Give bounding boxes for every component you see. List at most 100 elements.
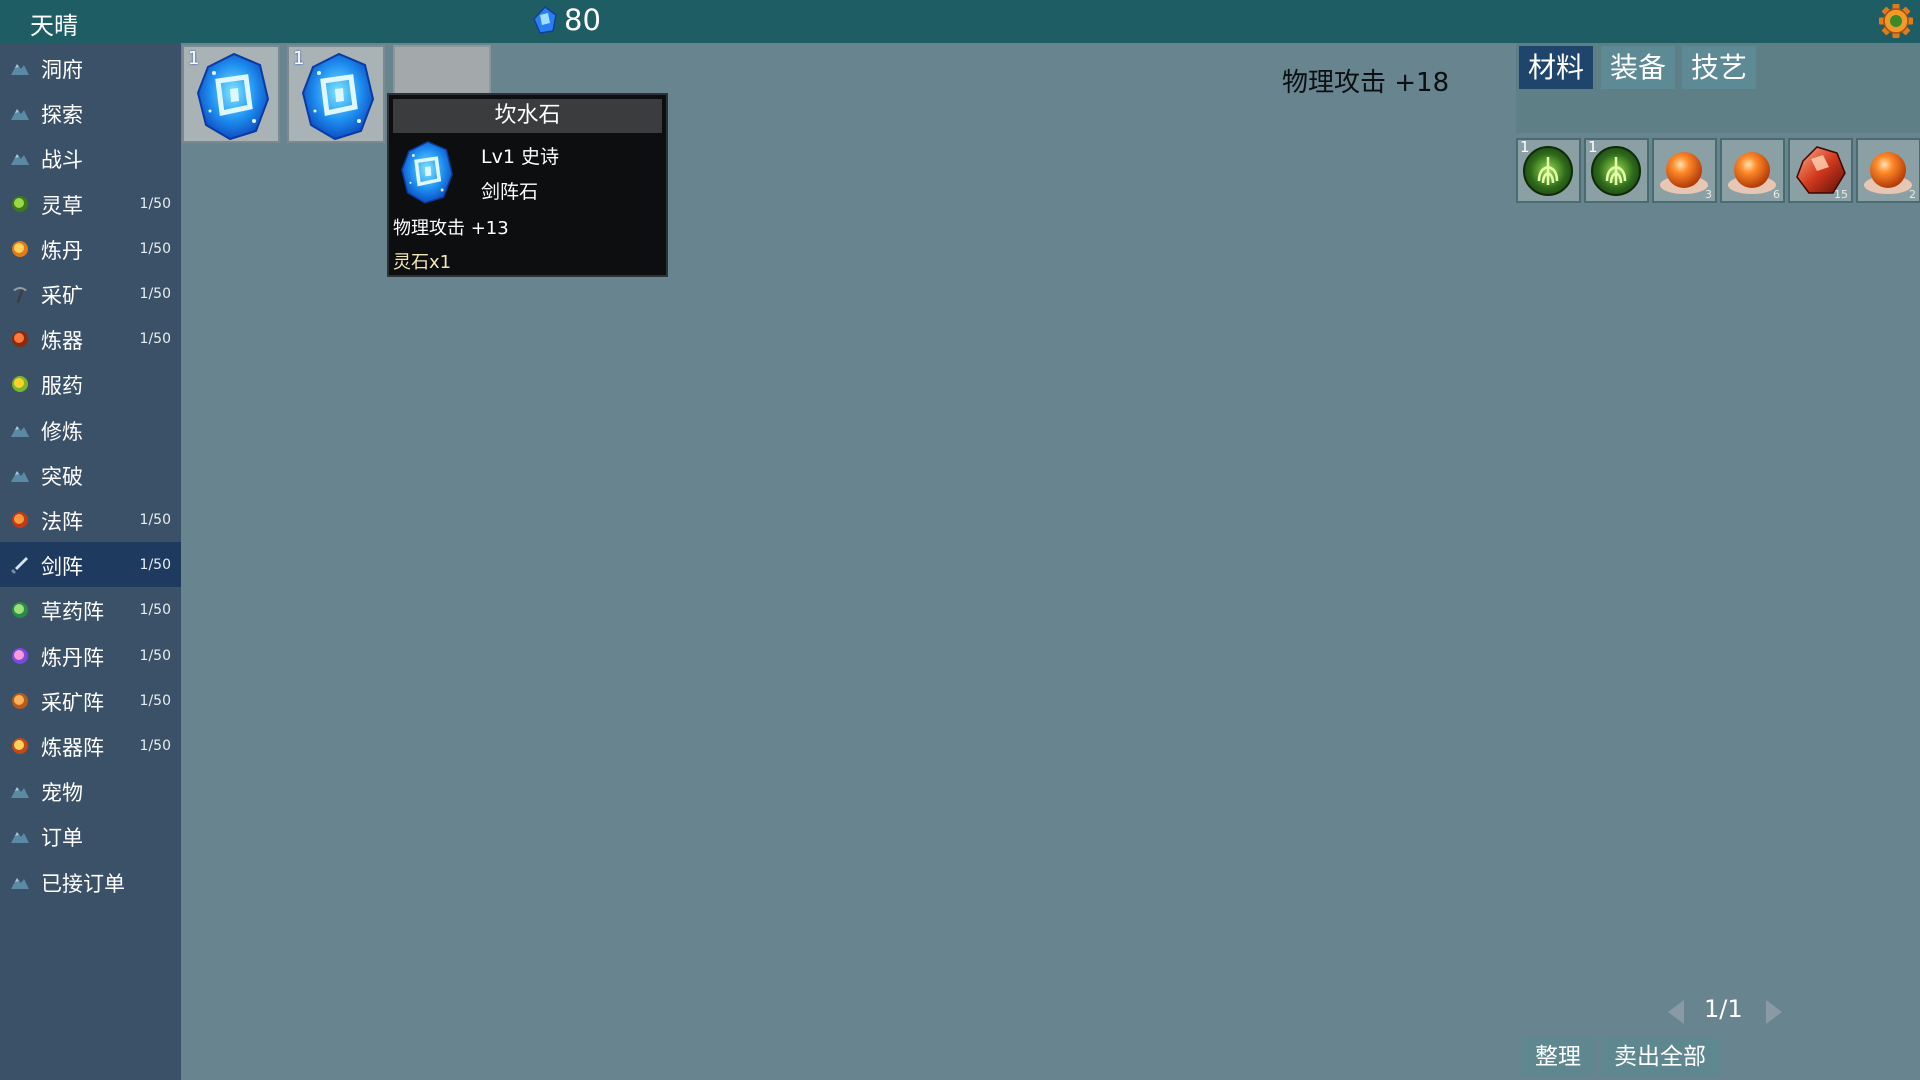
inventory-item[interactable]: 1: [1516, 138, 1581, 203]
currency-display: 80: [532, 2, 601, 38]
settings-button[interactable]: [1876, 3, 1916, 39]
mountain-icon: [11, 877, 29, 889]
sell-all-button[interactable]: 卖出全部: [1601, 1038, 1719, 1076]
sidebar-item[interactable]: 修炼: [0, 407, 181, 452]
top-bar: 天晴 80: [0, 0, 1920, 43]
slot-quantity: 1: [188, 48, 200, 69]
sidebar-item[interactable]: 炼丹 1/50: [0, 226, 181, 271]
tooltip-rarity: Lv1 史诗: [481, 146, 559, 168]
orange-orb-icon: [1728, 152, 1776, 194]
sidebar-item-count: 1/50: [139, 286, 171, 302]
sidebar-item-label: 修炼: [41, 419, 83, 444]
mountain-icon: [11, 154, 29, 166]
slot-quantity: 1: [293, 48, 305, 69]
tab-equipment[interactable]: 装备: [1601, 46, 1676, 89]
sidebar-item[interactable]: 草药阵 1/50: [0, 587, 181, 632]
sidebar-item[interactable]: 战斗: [0, 135, 181, 180]
sidebar-item-label: 灵草: [41, 193, 83, 218]
currency-amount: 80: [564, 3, 601, 37]
sidebar-item-count: 1/50: [139, 331, 171, 348]
sidebar-item-label: 炼器: [41, 329, 83, 354]
inventory-item[interactable]: 1: [1584, 138, 1649, 203]
sidebar-item-label: 战斗: [41, 148, 83, 173]
item-quantity: 1: [1588, 138, 1598, 156]
item-quantity: 3: [1705, 188, 1712, 201]
total-stat-bonus: 物理攻击 +18: [1282, 68, 1450, 98]
sidebar-item-count: 1/50: [139, 647, 171, 664]
fruit-icon: [12, 376, 28, 393]
inventory-item[interactable]: 2: [1856, 138, 1920, 203]
forge-icon: [12, 331, 28, 348]
item-quantity: 1: [1520, 138, 1530, 156]
sidebar-item-count: 1/50: [139, 692, 171, 709]
sidebar-item-count: 1/50: [139, 557, 171, 574]
alchemy-array-icon: [12, 647, 28, 664]
sidebar-item-count: 1/50: [139, 602, 171, 619]
herb-icon: [12, 195, 28, 212]
tab-skills[interactable]: 技艺: [1682, 46, 1757, 89]
sidebar-item[interactable]: 炼丹阵 1/50: [0, 633, 181, 678]
mountain-icon: [11, 787, 29, 799]
inventory-item[interactable]: 6: [1720, 138, 1785, 203]
sidebar-item[interactable]: 服药: [0, 361, 181, 406]
mountain-icon: [11, 109, 29, 121]
inventory-pager: 1/1: [1662, 995, 1792, 1027]
sidebar-item[interactable]: 订单: [0, 813, 181, 858]
sidebar-item[interactable]: 法阵 1/50: [0, 497, 181, 542]
item-tooltip: 坎水石 Lv1 史诗 剑阵石 物理攻击 +13 灵石x1: [387, 93, 668, 277]
inventory-item[interactable]: 3: [1652, 138, 1717, 203]
sidebar-item[interactable]: 灵草 1/50: [0, 181, 181, 226]
sidebar-item[interactable]: 已接订单: [0, 859, 181, 904]
pickaxe-icon: [13, 287, 27, 304]
item-quantity: 6: [1773, 188, 1780, 201]
sidebar-item-label: 宠物: [41, 781, 83, 806]
sidebar-item-label: 订单: [41, 826, 83, 851]
spirit-gem-icon: [533, 5, 557, 34]
orange-orb-icon: [1660, 152, 1708, 194]
mountain-icon: [11, 425, 29, 437]
pill-icon: [12, 240, 28, 257]
sidebar-item-count: 1/50: [139, 738, 171, 754]
sidebar-item-label: 剑阵: [41, 555, 83, 580]
sidebar-item-label: 炼丹: [41, 238, 83, 263]
inventory-tab-bar: 材料 装备 技艺: [1516, 43, 1920, 133]
prev-page-arrow-icon[interactable]: [1668, 1000, 1684, 1024]
orange-orb-icon: [1864, 152, 1912, 194]
sidebar-item[interactable]: 宠物: [0, 768, 181, 813]
sidebar-item-label: 突破: [41, 464, 83, 489]
sidebar-item[interactable]: 采矿 1/50: [0, 271, 181, 316]
sidebar-item[interactable]: 采矿阵 1/50: [0, 678, 181, 723]
array-slot[interactable]: 1: [287, 45, 385, 143]
sidebar-item-label: 炼丹阵: [41, 645, 104, 670]
inventory-item[interactable]: 15: [1788, 138, 1853, 203]
sidebar-item[interactable]: 炼器 1/50: [0, 316, 181, 361]
sidebar-item[interactable]: 洞府: [0, 45, 181, 90]
herb-array-icon: [12, 602, 28, 619]
mining-array-icon: [12, 692, 28, 709]
kanshui-stone-icon: [299, 51, 377, 141]
page-indicator: 1/1: [1704, 995, 1743, 1023]
sidebar-item[interactable]: 剑阵 1/50: [0, 542, 181, 588]
forging-array-icon: [12, 738, 28, 754]
sidebar-item-label: 探索: [41, 103, 83, 128]
sidebar-item-label: 采矿: [41, 284, 83, 308]
tooltip-title: 坎水石: [393, 99, 662, 133]
mountain-icon: [11, 832, 29, 844]
sidebar-item[interactable]: 突破: [0, 452, 181, 497]
tooltip-price: 灵石x1: [393, 252, 452, 273]
sidebar-item-count: 1/50: [139, 195, 171, 212]
sidebar-item-count: 1/50: [139, 512, 171, 528]
sidebar-item-label: 已接订单: [41, 871, 125, 896]
sort-button[interactable]: 整理: [1521, 1038, 1595, 1076]
array-slot[interactable]: 1: [182, 45, 280, 143]
magic-array-icon: [12, 512, 28, 528]
sidebar-item[interactable]: 探索: [0, 90, 181, 135]
kanshui-stone-icon: [399, 137, 455, 207]
inventory-panel: 材料 装备 技艺 1 1 3 6 15 2: [1516, 43, 1920, 1080]
sidebar-item[interactable]: 炼器阵 1/50: [0, 723, 181, 768]
sidebar-item-label: 法阵: [41, 510, 83, 534]
next-page-arrow-icon[interactable]: [1766, 1000, 1782, 1024]
sidebar-item-label: 炼器阵: [41, 736, 104, 760]
tab-materials[interactable]: 材料: [1519, 46, 1594, 89]
sword-icon: [11, 557, 28, 575]
